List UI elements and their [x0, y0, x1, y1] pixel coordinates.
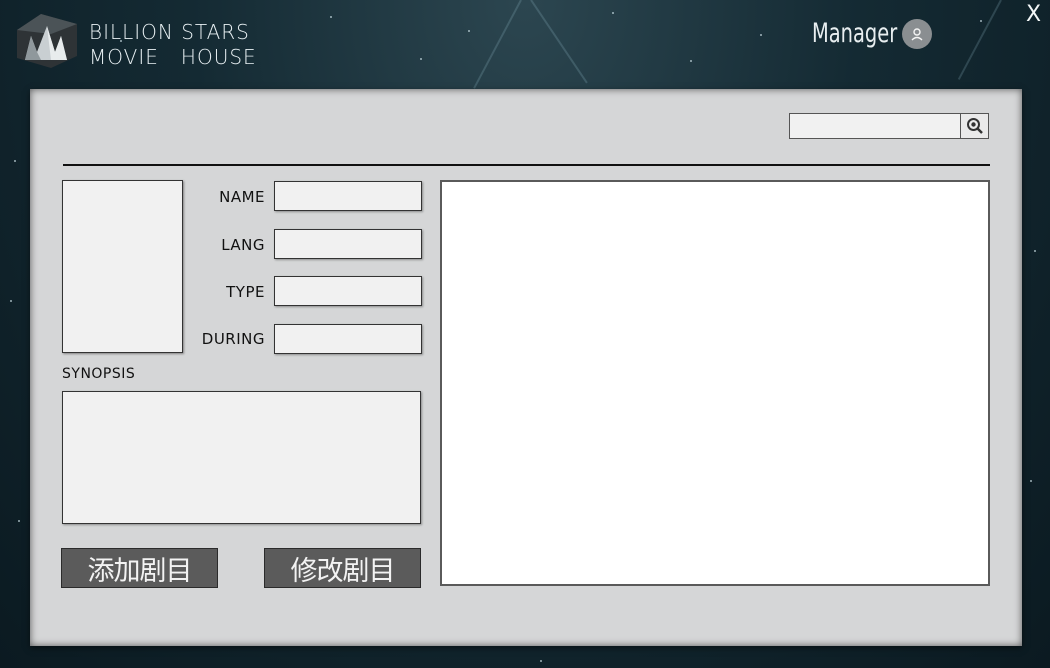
type-field[interactable]	[274, 276, 422, 306]
name-label: NAME	[219, 188, 265, 206]
synopsis-label: SYNOPSIS	[62, 366, 136, 382]
close-icon[interactable]: X	[1026, 2, 1041, 27]
during-field[interactable]	[274, 324, 422, 354]
poster-image-placeholder[interactable]	[62, 180, 183, 353]
name-field[interactable]	[274, 181, 422, 211]
lang-field[interactable]	[274, 229, 422, 259]
brand-title: BILLION STARS MOVIE HOUSE	[89, 20, 257, 70]
user-menu[interactable]: Manager	[812, 18, 932, 49]
user-name: Manager	[812, 18, 898, 49]
search-button[interactable]	[960, 114, 988, 138]
play-list-panel[interactable]	[440, 180, 990, 586]
search-box	[789, 113, 989, 139]
brand-line-1: BILLION STARS	[89, 20, 250, 44]
search-icon	[966, 118, 983, 134]
search-input[interactable]	[790, 114, 962, 138]
type-label: TYPE	[226, 283, 265, 301]
brand-line-2: MOVIE HOUSE	[89, 45, 257, 69]
header-divider	[63, 164, 990, 166]
add-play-button[interactable]: 添加剧目	[61, 548, 218, 588]
main-panel: NAME LANG TYPE DURING SYNOPSIS 添加剧目 修改剧目	[30, 89, 1022, 646]
synopsis-field[interactable]	[62, 391, 421, 524]
crown-logo-icon	[17, 14, 77, 68]
user-icon[interactable]	[902, 18, 932, 49]
modify-play-button[interactable]: 修改剧目	[264, 548, 421, 588]
lang-label: LANG	[221, 236, 265, 254]
during-label: DURING	[201, 330, 265, 348]
